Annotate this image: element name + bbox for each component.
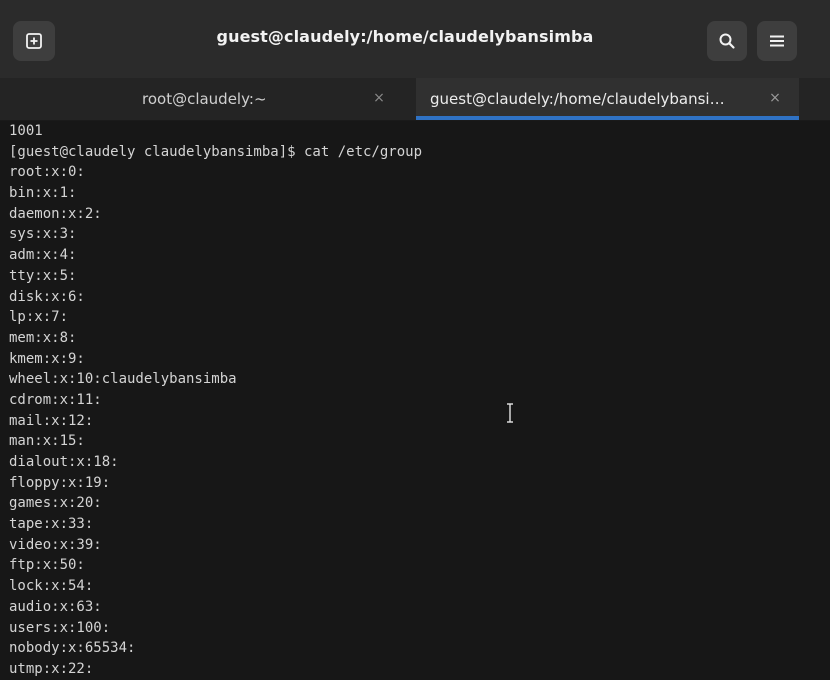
terminal-line: floppy:x:19: [9,474,111,491]
tab-root[interactable]: root@claudely:~ × [10,78,400,120]
terminal-line: ftp:x:50: [9,557,85,574]
terminal-line: adm:x:4: [9,247,77,264]
terminal-line: wheel:x:10:claudelybansimba [9,371,237,388]
terminal-output[interactable]: 1001 [guest@claudely claudelybansimba]$ c… [0,121,830,680]
terminal-line: games:x:20: [9,495,102,512]
tab-label: guest@claudely:/home/claudelybansi… [430,90,725,108]
terminal-line: lock:x:54: [9,578,94,595]
hamburger-menu-icon [770,35,784,47]
terminal-line: daemon:x:2: [9,205,102,222]
close-icon[interactable]: × [370,89,388,107]
main-menu-button[interactable] [757,21,797,61]
terminal-line: 1001 [9,123,43,139]
new-tab-button[interactable] [13,21,55,61]
terminal-line: lp:x:7: [9,309,69,326]
terminal-window: guest@claudely:/home/claudelybansimba ro… [0,0,830,680]
terminal-line: tape:x:33: [9,516,94,533]
terminal-line: users:x:100: [9,619,111,636]
terminal-line: kmem:x:9: [9,350,85,367]
terminal-line: mail:x:12: [9,412,94,429]
text-cursor-icon [507,403,513,423]
search-button[interactable] [707,21,747,61]
terminal-line: nobody:x:65534: [9,640,136,657]
terminal-line: dialout:x:18: [9,454,119,470]
tab-label: root@claudely:~ [142,90,267,108]
terminal-line: man:x:15: [9,433,85,450]
terminal-line: utmp:x:22: [9,660,94,677]
terminal-line: bin:x:1: [9,185,77,202]
close-icon[interactable]: × [766,89,784,107]
terminal-line: [guest@claudely claudelybansimba]$ cat /… [9,143,423,160]
terminal-line: cdrom:x:11: [9,391,102,408]
new-tab-icon [26,33,42,49]
header-bar: guest@claudely:/home/claudelybansimba [0,0,830,78]
terminal-line: video:x:39: [9,536,102,553]
terminal-line: tty:x:5: [9,267,77,284]
tab-bar: root@claudely:~ × guest@claudely:/home/c… [0,78,830,121]
terminal-line: root:x:0: [9,164,85,181]
search-icon [719,33,735,49]
terminal-text: 1001 [guest@claudely claudelybansimba]$ c… [0,121,830,680]
active-tab-indicator [416,116,799,120]
terminal-line: mem:x:8: [9,329,77,346]
terminal-line: sys:x:3: [9,226,77,243]
terminal-line: disk:x:6: [9,288,85,305]
terminal-line: audio:x:63: [9,598,102,615]
window-title: guest@claudely:/home/claudelybansimba [216,27,594,46]
tab-guest[interactable]: guest@claudely:/home/claudelybansi… × [416,78,799,120]
